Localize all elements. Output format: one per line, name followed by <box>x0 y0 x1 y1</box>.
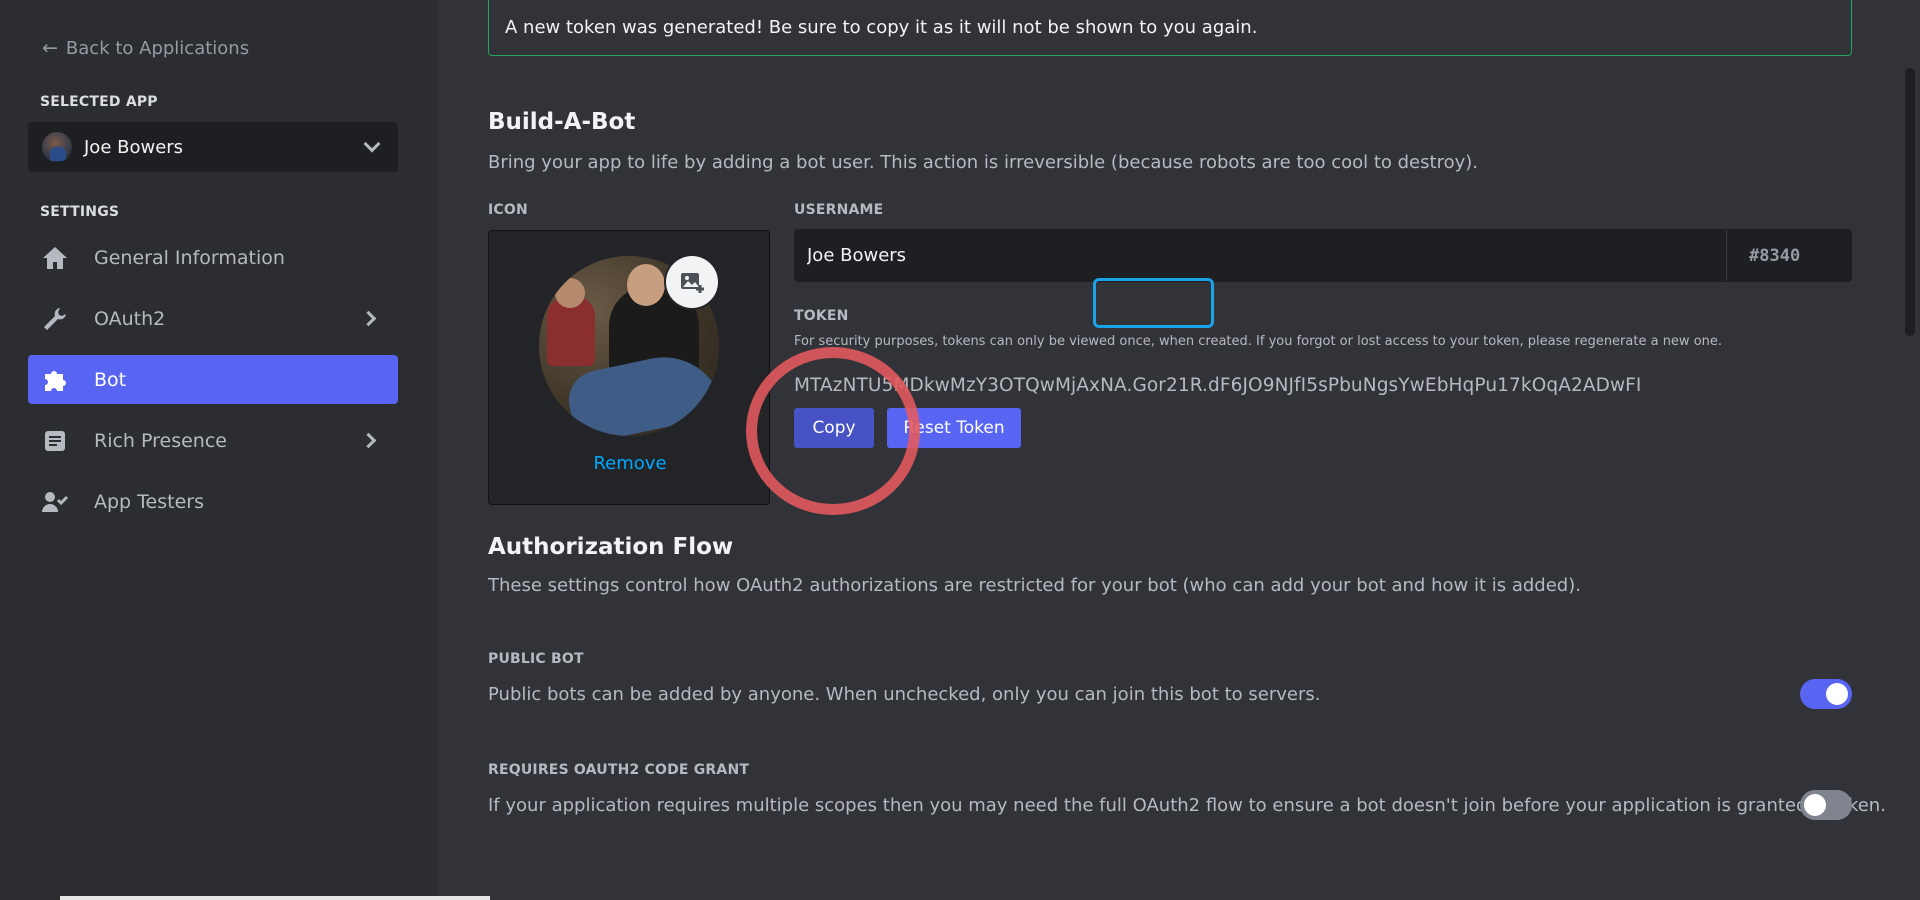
back-link-label: Back to Applications <box>65 37 250 59</box>
discriminator: #8340 <box>1726 230 1851 281</box>
sidebar: ← Back to Applications SELECTED APP Joe … <box>0 0 438 900</box>
token-security-note: For security purposes, tokens can only b… <box>794 334 1723 349</box>
toggle-knob <box>1804 794 1826 816</box>
username-label: USERNAME <box>794 202 884 218</box>
reset-token-button[interactable]: Reset Token <box>887 408 1021 448</box>
chevron-down-icon <box>363 135 381 153</box>
sidebar-item-general-information[interactable]: General Information <box>28 233 398 282</box>
code-grant-label: REQUIRES OAUTH2 CODE GRANT <box>488 762 750 778</box>
token-generated-banner: A new token was generated! Be sure to co… <box>488 0 1852 56</box>
sidebar-item-app-testers[interactable]: App Testers <box>28 477 398 526</box>
sidebar-item-label: OAuth2 <box>94 307 166 330</box>
bottom-edge-strip <box>60 896 490 900</box>
upload-image-icon[interactable] <box>666 256 718 308</box>
document-icon <box>40 426 70 456</box>
token-label: TOKEN <box>794 308 849 324</box>
build-a-bot-description: Bring your app to life by adding a bot u… <box>488 152 1478 173</box>
authorization-flow-title: Authorization Flow <box>488 534 734 560</box>
selected-app-name: Joe Bowers <box>84 136 184 158</box>
copy-token-button[interactable]: Copy <box>794 408 874 448</box>
sidebar-item-label: App Testers <box>94 490 204 513</box>
code-grant-description: If your application requires multiple sc… <box>488 795 1886 816</box>
sidebar-item-label: Bot <box>94 368 127 391</box>
wrench-icon <box>40 304 70 334</box>
chevron-right-icon <box>360 432 377 449</box>
sidebar-item-oauth2[interactable]: OAuth2 <box>28 294 398 343</box>
token-value: MTAzNTU5MDkwMzY3OTQwMjAxNA.Gor21R.dF6JO9… <box>794 375 1642 396</box>
app-selector-dropdown[interactable]: Joe Bowers <box>28 122 398 172</box>
sidebar-item-label: Rich Presence <box>94 429 227 452</box>
settings-heading: SETTINGS <box>40 204 120 220</box>
public-bot-toggle[interactable] <box>1800 679 1852 709</box>
selected-app-heading: SELECTED APP <box>40 94 158 110</box>
sidebar-item-label: General Information <box>94 246 285 269</box>
toggle-knob <box>1826 683 1848 705</box>
username-field: #8340 <box>794 229 1852 282</box>
home-icon <box>40 243 70 273</box>
remove-avatar-link[interactable]: Remove <box>489 453 771 474</box>
authorization-flow-description: These settings control how OAuth2 author… <box>488 575 1581 596</box>
scrollbar[interactable] <box>1905 68 1915 336</box>
back-to-applications-link[interactable]: ← Back to Applications <box>42 37 249 59</box>
icon-label: ICON <box>488 202 528 218</box>
username-input[interactable] <box>795 230 1726 281</box>
sidebar-item-rich-presence[interactable]: Rich Presence <box>28 416 398 465</box>
public-bot-label: PUBLIC BOT <box>488 651 584 667</box>
person-icon <box>40 487 70 517</box>
public-bot-description: Public bots can be added by anyone. When… <box>488 684 1321 705</box>
bot-icon-panel: Remove <box>488 230 770 505</box>
build-a-bot-title: Build-A-Bot <box>488 109 636 135</box>
sidebar-item-bot[interactable]: Bot <box>28 355 398 404</box>
code-grant-toggle[interactable] <box>1800 790 1852 820</box>
chevron-right-icon <box>360 310 377 327</box>
puzzle-icon <box>40 365 70 395</box>
arrow-left-icon: ← <box>42 37 58 59</box>
main-content: A new token was generated! Be sure to co… <box>438 0 1920 900</box>
app-avatar <box>42 132 72 162</box>
